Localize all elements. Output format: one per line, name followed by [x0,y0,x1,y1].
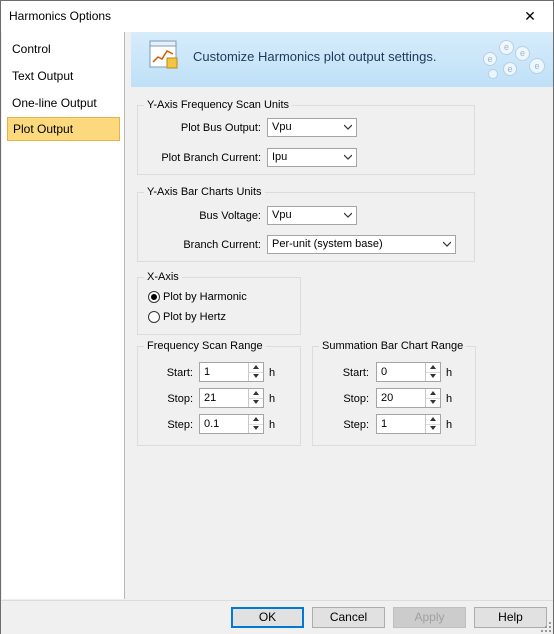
ok-button[interactable]: OK [231,607,304,628]
plot-branch-current-select[interactable]: Ipu [267,148,357,167]
plot-branch-current-label: Plot Branch Current: [161,152,261,164]
spin-down-icon[interactable] [426,398,440,407]
stepper-buttons [248,415,263,433]
title-bar: Harmonics Options ✕ [1,1,553,32]
sidebar: Control Text Output One-line Output Plot… [2,32,125,599]
decorative-bubble-icon: e [529,58,545,74]
spin-down-icon[interactable] [249,398,263,407]
button-bar: OK Cancel Apply Help [1,600,553,634]
decorative-bubble-icon: e [515,46,530,61]
sidebar-item-label: Control [12,42,51,56]
close-icon[interactable]: ✕ [507,1,553,32]
sidebar-item-label: One-line Output [12,96,97,110]
group-legend: Frequency Scan Range [147,340,263,352]
stepper-buttons [425,363,440,381]
branch-current-select[interactable]: Per-unit (system base) [267,235,456,254]
chevron-down-icon [344,124,352,130]
sum-start-stepper[interactable]: 0 [376,362,441,382]
fs-stop-unit: h [269,393,276,405]
plot-by-hertz-label[interactable]: Plot by Hertz [163,311,226,323]
header-banner: Customize Harmonics plot output settings… [131,32,553,87]
sidebar-item-label: Plot Output [13,122,74,136]
group-legend: Y-Axis Bar Charts Units [147,186,262,198]
stepper-value: 1 [204,366,211,378]
apply-button[interactable]: Apply [393,607,466,628]
sum-stop-unit: h [446,393,453,405]
harmonics-options-dialog: Harmonics Options ✕ Control Text Output … [0,0,554,634]
spin-down-icon[interactable] [249,424,263,433]
chevron-down-icon [344,154,352,160]
fs-stop-stepper[interactable]: 21 [199,388,264,408]
fs-start-unit: h [269,367,276,379]
plot-by-hertz-radio[interactable] [148,311,160,323]
fs-step-stepper[interactable]: 0.1 [199,414,264,434]
fs-step-unit: h [269,419,276,431]
group-legend: Summation Bar Chart Range [322,340,464,352]
stepper-buttons [425,389,440,407]
sidebar-item-control[interactable]: Control [7,37,120,61]
plot-bus-output-select[interactable]: Vpu [267,118,357,137]
sidebar-item-plot-output[interactable]: Plot Output [7,117,120,141]
branch-current-label: Branch Current: [183,239,261,251]
window-title: Harmonics Options [9,9,112,23]
sidebar-item-one-line-output[interactable]: One-line Output [7,91,120,115]
fs-start-stepper[interactable]: 1 [199,362,264,382]
sum-start-unit: h [446,367,453,379]
select-value: Ipu [272,151,288,163]
select-value: Vpu [272,209,292,221]
bubble-glyph: e [507,64,513,74]
bubble-glyph: e [487,54,493,64]
select-value: Per-unit (system base) [272,238,383,250]
plot-bus-output-label: Plot Bus Output: [180,122,261,134]
banner-text: Customize Harmonics plot output settings… [193,49,437,64]
bus-voltage-select[interactable]: Vpu [267,206,357,225]
sum-step-stepper[interactable]: 1 [376,414,441,434]
stepper-value: 1 [381,418,388,430]
fs-stop-label: Stop: [167,393,193,405]
stepper-buttons [425,415,440,433]
decorative-bubble-icon: e [503,62,517,76]
stepper-buttons [248,389,263,407]
decorative-bubble-icon: e [483,52,497,66]
sum-step-label: Step: [343,419,369,431]
sum-stop-label: Stop: [343,393,369,405]
group-legend: Y-Axis Frequency Scan Units [147,99,290,111]
spin-down-icon[interactable] [249,372,263,381]
resize-grip-icon[interactable] [541,622,551,632]
bubble-glyph: e [534,61,540,71]
sidebar-item-text-output[interactable]: Text Output [7,64,120,88]
stepper-value: 20 [381,392,394,404]
x-axis-group: X-Axis [137,271,301,335]
group-legend: X-Axis [147,271,179,283]
help-button[interactable]: Help [474,607,547,628]
stepper-value: 21 [204,392,217,404]
bubble-glyph: e [519,48,525,58]
spin-down-icon[interactable] [426,372,440,381]
stepper-value: 0.1 [204,418,220,430]
decorative-bubble-icon [488,69,498,79]
bubble-glyph: e [503,42,509,52]
bus-voltage-label: Bus Voltage: [199,210,261,222]
sum-stop-stepper[interactable]: 20 [376,388,441,408]
sum-start-label: Start: [342,367,369,379]
content-panel: Customize Harmonics plot output settings… [131,32,553,599]
sidebar-item-label: Text Output [12,69,74,83]
fs-step-label: Step: [167,419,193,431]
decorative-bubble-icon: e [499,40,514,55]
spin-down-icon[interactable] [426,424,440,433]
plot-by-harmonic-label[interactable]: Plot by Harmonic [163,291,247,303]
stepper-value: 0 [381,366,388,378]
select-value: Vpu [272,121,292,133]
stepper-buttons [248,363,263,381]
sum-step-unit: h [446,419,453,431]
cancel-button[interactable]: Cancel [312,607,385,628]
plot-by-harmonic-radio[interactable] [148,291,160,303]
chevron-down-icon [344,212,352,218]
fs-start-label: Start: [166,367,193,379]
chevron-down-icon [443,241,451,247]
chart-settings-icon [149,40,178,69]
